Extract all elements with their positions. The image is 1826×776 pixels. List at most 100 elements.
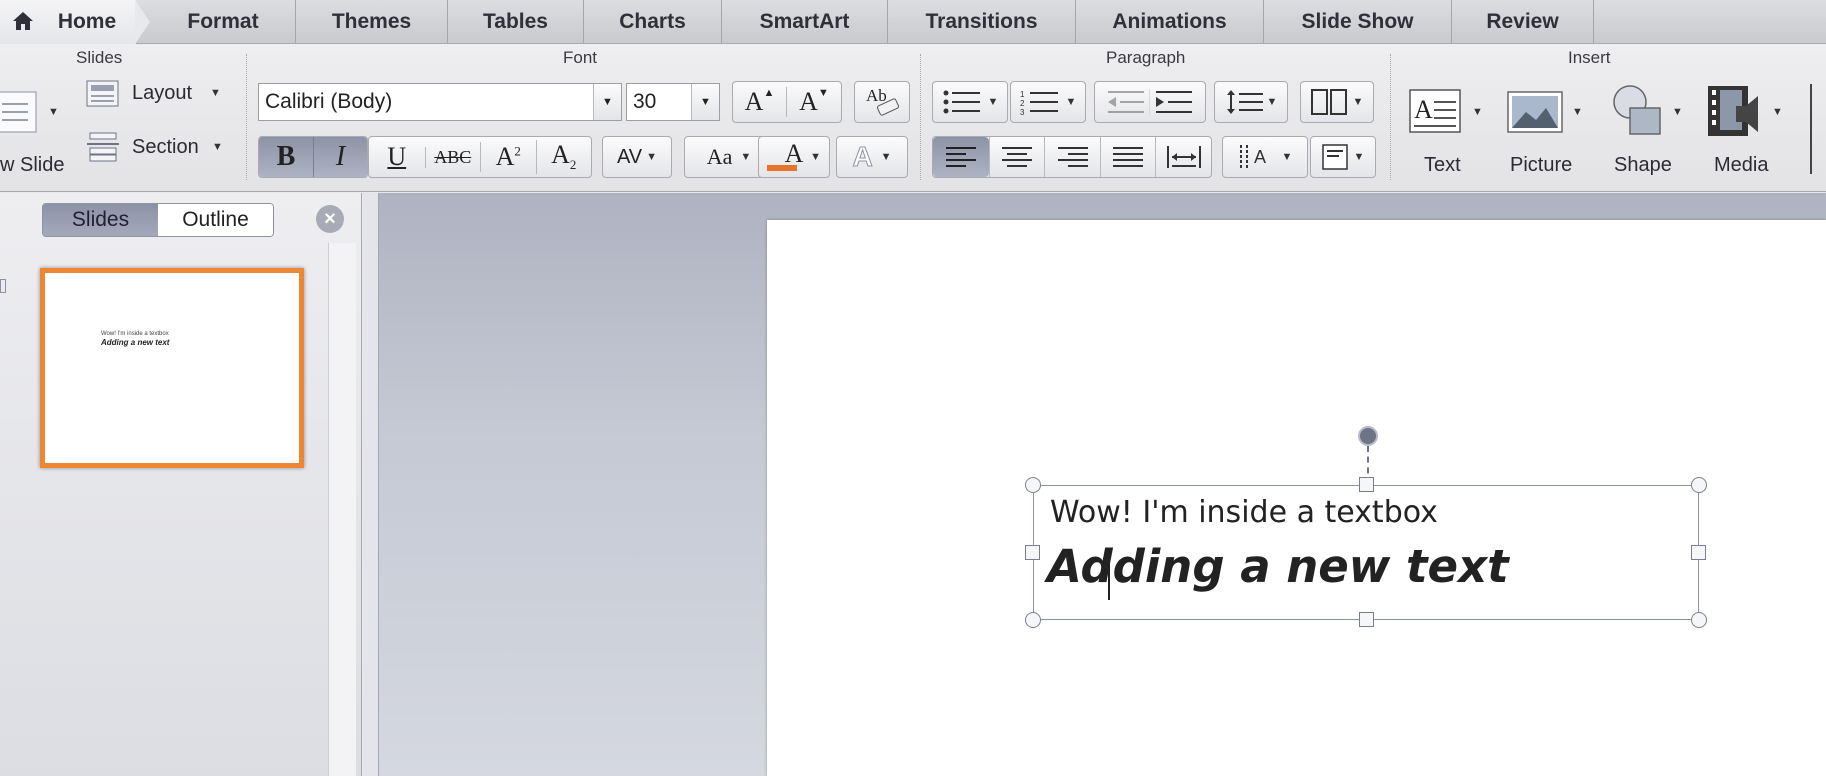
font-size-value: 30 [633,90,657,113]
svg-text:A: A [1254,147,1266,167]
resize-handle-top-right[interactable] [1691,477,1707,493]
resize-handle-top-left[interactable] [1025,477,1041,493]
columns-button[interactable]: ▼ [1300,81,1374,123]
font-color-button[interactable]: A ▼ [758,136,830,178]
textbox-line1[interactable]: Wow! I'm inside a textbox [1050,495,1438,530]
ribbon-overflow-indicator [1810,84,1826,174]
textbox-line2[interactable]: Adding a new text [1047,540,1509,593]
text-effects-button[interactable]: A ▼ [836,136,908,178]
resize-handle-left[interactable] [1025,545,1040,560]
decrease-indent-icon[interactable] [1104,89,1150,115]
tab-home[interactable]: Home [0,0,136,44]
group-label-paragraph: Paragraph [1106,48,1186,67]
svg-text:Ab: Ab [866,86,887,105]
align-left-button[interactable] [933,137,989,177]
bold-button[interactable]: B [259,137,313,177]
home-icon [13,12,33,30]
insert-picture-button[interactable]: ▼ Picture [1500,78,1590,186]
tab-slide-show[interactable]: Slide Show [1264,0,1452,44]
text-direction-button[interactable]: A ▼ [1222,136,1308,178]
thumbnail-line2: Adding a new text [101,338,170,347]
chevron-down-icon: ▼ [1281,151,1293,163]
tab-animations[interactable]: Animations [1076,0,1264,44]
subscript-button[interactable]: A2 [535,140,592,174]
align-right-icon [1057,147,1088,167]
new-slide-button[interactable] [0,84,42,138]
insert-shape-button[interactable]: ▼ Shape [1600,78,1690,186]
text-cursor [1108,548,1110,600]
tab-tables[interactable]: Tables [448,0,584,44]
media-icon [1708,86,1758,136]
tab-format[interactable]: Format [151,0,296,44]
chevron-down-icon: ▼ [210,87,221,99]
distributed-button[interactable] [1155,137,1211,177]
bullets-button[interactable]: ▼ [932,81,1008,123]
resize-handle-bottom[interactable] [1359,612,1374,627]
font-name-select[interactable]: Calibri (Body) ▼ [258,83,622,121]
insert-label: Shape [1614,154,1672,176]
slide-number-marker [0,279,6,293]
align-text-icon [1321,144,1348,170]
tab-outline[interactable]: Outline [158,204,273,236]
group-label-font: Font [563,48,598,67]
italic-button[interactable]: I [312,137,367,177]
grow-font-button[interactable]: A▲ [733,87,787,117]
close-panel-icon[interactable]: × [316,205,344,233]
shrink-font-button[interactable]: A▼ [787,87,841,117]
alignment-group [932,136,1212,178]
numbering-button[interactable]: 1 2 3 ▼ [1010,81,1086,123]
tab-transitions[interactable]: Transitions [888,0,1076,44]
tab-review[interactable]: Review [1452,0,1594,44]
chevron-down-icon[interactable]: ▼ [593,84,621,120]
tab-charts[interactable]: Charts [584,0,722,44]
strikethrough-button[interactable]: ABC [424,146,481,168]
chevron-down-icon: ▼ [1353,151,1365,163]
tab-themes[interactable]: Themes [296,0,448,44]
chevron-down-icon: ▼ [646,151,658,163]
panel-splitter[interactable] [363,193,379,776]
align-center-icon [1001,147,1032,167]
character-spacing-icon: AV [616,145,643,168]
section-button[interactable]: Section ▼ [86,128,236,168]
align-center-button[interactable] [988,137,1045,177]
panel-scrollbar[interactable] [328,243,356,776]
resize-handle-right[interactable] [1691,545,1706,560]
new-slide-dropdown-icon[interactable]: ▼ [48,106,59,118]
chevron-down-icon: ▼ [1266,96,1278,108]
slide-thumbnail[interactable]: Wow! I'm inside a textbox Adding a new t… [40,268,304,468]
align-right-button[interactable] [1044,137,1100,177]
new-slide-icon [0,91,37,133]
justify-button[interactable] [1099,137,1156,177]
font-size-select[interactable]: 30 ▼ [626,83,720,121]
change-case-icon: Aa [706,144,733,169]
align-text-button[interactable]: ▼ [1310,136,1376,178]
rotation-handle[interactable] [1358,426,1378,446]
underline-button[interactable]: U [369,142,425,172]
ribbon-tab-bar: Home Format Themes Tables Charts SmartAr… [0,0,1826,44]
resize-handle-bottom-right[interactable] [1691,612,1707,628]
resize-handle-bottom-left[interactable] [1025,612,1041,628]
chevron-down-icon[interactable]: ▼ [691,84,719,120]
line-spacing-button[interactable]: ▼ [1214,81,1288,123]
increase-indent-icon[interactable] [1150,89,1196,115]
character-spacing-button[interactable]: AV ▼ [602,136,672,178]
panel-view-switcher: Slides Outline [42,203,274,237]
layout-button[interactable]: Layout ▼ [86,74,236,114]
insert-media-button[interactable]: ▼ Media [1700,78,1790,186]
resize-handle-top[interactable] [1359,477,1374,492]
insert-text-button[interactable]: A ▼ Text [1404,78,1488,186]
text-box-icon: A [1409,89,1461,133]
thumbnail-line1: Wow! I'm inside a textbox [101,331,169,337]
clear-formatting-button[interactable]: Ab [854,81,910,123]
superscript-button[interactable]: A2 [480,142,536,172]
align-left-icon [945,147,976,167]
tab-slides[interactable]: Slides [43,204,158,236]
tab-home-arrow [135,0,150,44]
numbered-list-icon: 1 2 3 [1020,90,1058,115]
chevron-down-icon: ▼ [987,96,999,108]
new-slide-label: w Slide [0,154,65,176]
insert-label: Media [1714,154,1769,176]
group-label-slides: Slides [76,48,123,67]
tab-smartart[interactable]: SmartArt [722,0,888,44]
group-label-insert: Insert [1568,48,1611,67]
